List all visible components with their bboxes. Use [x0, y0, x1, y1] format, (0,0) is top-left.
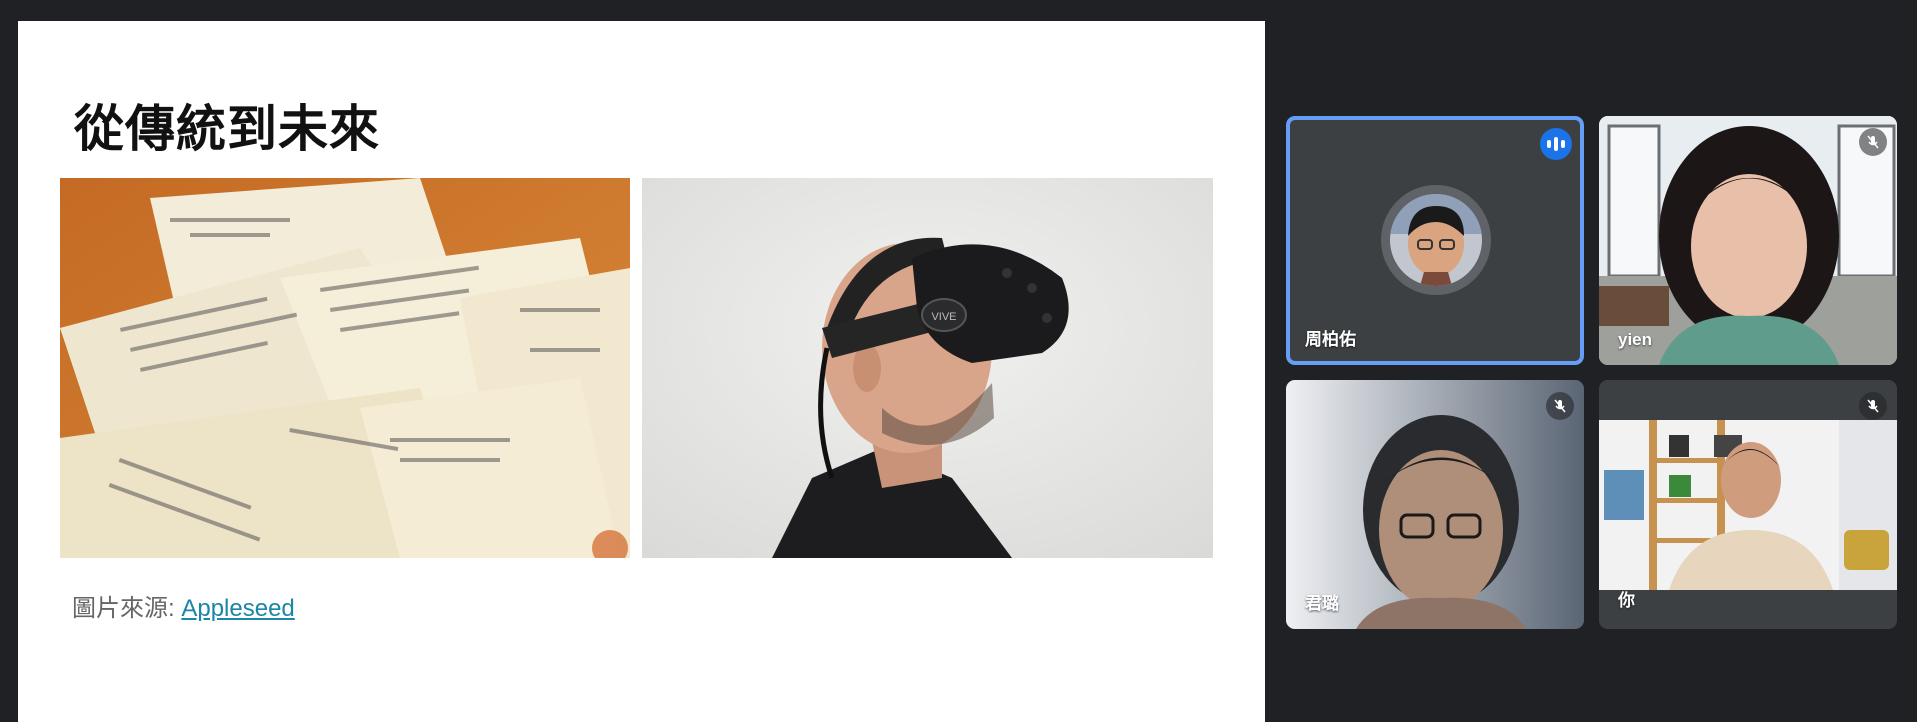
- appleseed-link[interactable]: Appleseed: [181, 595, 294, 622]
- participant-name: 你: [1618, 591, 1635, 610]
- mic-off-icon: [1546, 392, 1574, 420]
- image-source-caption: 圖片來源: Appleseed: [72, 588, 295, 623]
- participant-tile-jun[interactable]: 君璐: [1286, 380, 1584, 629]
- participant-name: yien: [1618, 330, 1653, 349]
- caption-label: 圖片來源:: [72, 595, 182, 622]
- receipts-photo: [60, 178, 630, 558]
- vive-logo: VIVE: [931, 311, 956, 323]
- mic-off-icon: [1859, 128, 1887, 156]
- vr-headset-photo: VIVE: [642, 178, 1213, 558]
- presentation-slide: 從傳統到未來 VIVE 圖片來源: Appleseed: [18, 21, 1265, 722]
- avatar: [1390, 194, 1482, 286]
- participant-tile-self[interactable]: 你: [1599, 380, 1897, 629]
- participant-name: 周柏佑: [1305, 330, 1356, 349]
- avatar-ring: [1381, 185, 1491, 295]
- participant-tile-yien[interactable]: yien: [1599, 116, 1897, 365]
- slide-title: 從傳統到未來: [74, 101, 380, 157]
- audio-bars-icon: [1540, 128, 1572, 160]
- mic-off-icon: [1859, 392, 1887, 420]
- participant-tile-zhou[interactable]: 周柏佑: [1286, 116, 1584, 365]
- participant-name: 君璐: [1305, 594, 1339, 613]
